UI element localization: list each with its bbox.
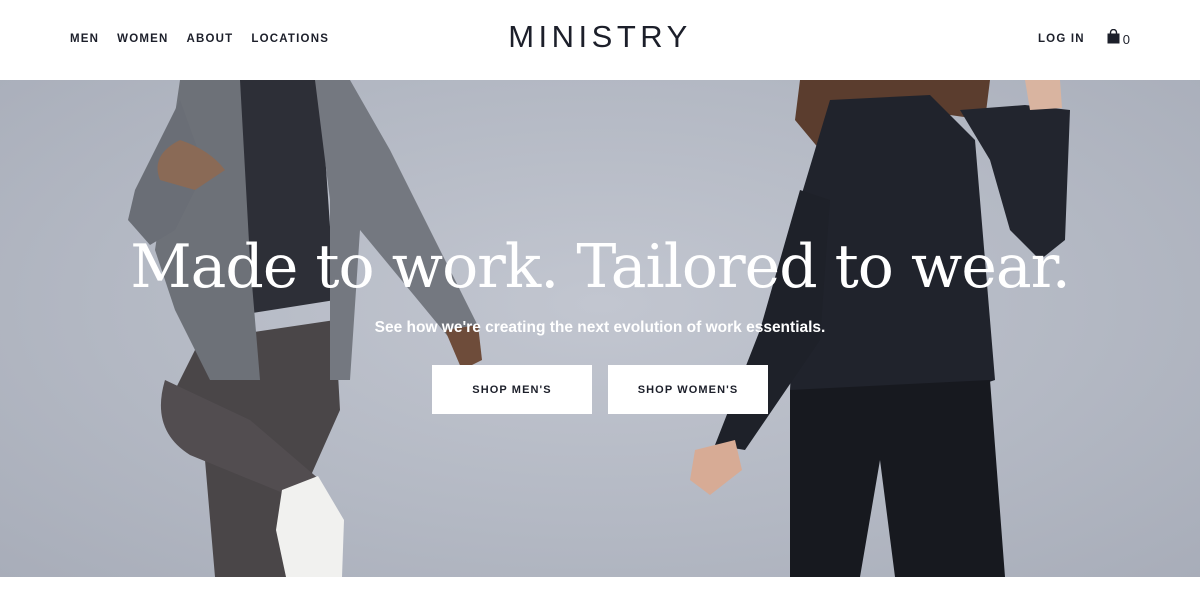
- shopping-bag-icon: [1107, 28, 1120, 49]
- hero-headline: Made to work. Tailored to wear.: [130, 232, 1071, 302]
- account-nav: LOG IN 0: [1038, 28, 1130, 49]
- cart-button[interactable]: 0: [1107, 28, 1130, 49]
- login-link[interactable]: LOG IN: [1038, 33, 1085, 45]
- hero-subheadline: See how we're creating the next evolutio…: [374, 319, 826, 336]
- shop-mens-button[interactable]: SHOP MEN'S: [432, 365, 592, 414]
- brand-logo[interactable]: MINISTRY: [0, 19, 1200, 55]
- shop-womens-button[interactable]: SHOP WOMEN'S: [608, 365, 768, 414]
- site-header: MEN WOMEN ABOUT LOCATIONS MINISTRY LOG I…: [0, 0, 1200, 80]
- hero-banner: Made to work. Tailored to wear. See how …: [0, 80, 1200, 577]
- cart-count: 0: [1122, 31, 1130, 47]
